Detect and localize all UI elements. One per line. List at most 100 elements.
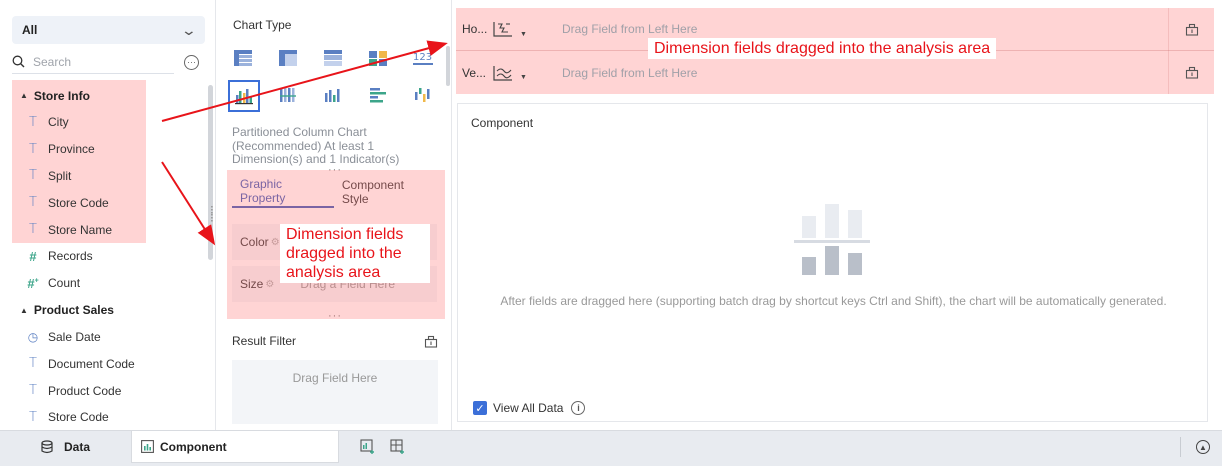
search-box [12, 50, 174, 74]
result-filter: Result Filter Drag Field Here [232, 332, 438, 424]
chevron-down-icon: ⌄ [180, 21, 198, 38]
field-label: Count [48, 276, 81, 291]
empty-state-hint: After fields are dragged here (supportin… [500, 294, 1167, 308]
field-product-code[interactable]: T Product Code [0, 377, 205, 404]
axis-label: Ho... [462, 22, 488, 36]
date-field-icon: ◷ [27, 329, 39, 344]
field-label: Store Code [48, 410, 109, 425]
bar-chart-icon[interactable] [366, 83, 390, 107]
field-label: Records [48, 249, 93, 264]
component-chart-icon [141, 440, 154, 453]
tab-data-label: Data [64, 440, 91, 454]
field-store-code-2[interactable]: T Store Code [0, 404, 205, 431]
field-document-code[interactable]: T Document Code [0, 350, 205, 377]
clear-icon[interactable] [424, 335, 438, 348]
number-field-icon: # [29, 248, 37, 264]
more-options-icon[interactable]: ··· [184, 54, 199, 70]
info-icon[interactable]: i [571, 401, 586, 415]
text-field-icon: T [29, 141, 37, 157]
field-province[interactable]: T Province [0, 136, 205, 163]
component-title: Component [471, 116, 534, 130]
field-count[interactable]: #+ Count [0, 270, 205, 297]
field-label: City [48, 115, 69, 130]
caret-down-icon[interactable]: ▼ [520, 31, 527, 38]
annotation-line: analysis area [286, 264, 381, 281]
annotation-line: Dimension fields [286, 226, 404, 243]
text-field-icon: T [29, 168, 37, 184]
group-label: Product Sales [33, 303, 114, 318]
caret-down-icon[interactable]: ▼ [520, 74, 527, 81]
field-label: Document Code [48, 356, 135, 371]
axis-label: Ve... [462, 65, 487, 80]
grouped-table-icon[interactable] [321, 46, 345, 70]
field-split[interactable]: T Split [0, 163, 205, 190]
view-all-label: View All Data [493, 401, 564, 415]
tab-component-label: Component [160, 439, 227, 454]
clear-icon[interactable] [1168, 51, 1214, 94]
collapse-triangle-icon[interactable]: ▲ [20, 306, 28, 315]
drop-placeholder: Drag Field Here [292, 371, 378, 385]
field-tree-scrollbar[interactable] [208, 85, 213, 260]
database-icon [41, 440, 53, 454]
chart-type-title: Chart Type [233, 18, 292, 32]
annotation-top-callout: Dimension fields dragged into the analys… [648, 38, 997, 59]
bottom-divider [1180, 437, 1181, 457]
multi-series-column-icon[interactable] [321, 83, 345, 107]
cross-table-icon[interactable] [276, 46, 300, 70]
add-dashboard-icon[interactable] [390, 439, 406, 458]
vertical-axis-type-icon[interactable]: ▼ [492, 64, 528, 82]
horizontal-axis-type-icon[interactable]: ▼ [492, 20, 528, 38]
view-all-data-toggle[interactable]: ✓ View All Data i [473, 401, 586, 415]
svg-text:123: 123 [413, 52, 432, 63]
text-field-icon: T [29, 195, 37, 211]
field-sale-date[interactable]: ◷ Sale Date [0, 324, 205, 351]
tab-component[interactable]: Component [131, 431, 339, 463]
field-label: Store Code [48, 195, 109, 210]
panel-resize-handle[interactable]: ⁝ ⁝ [210, 204, 214, 224]
field-store-code[interactable]: T Store Code [0, 189, 205, 216]
group-product-sales[interactable]: ▲ Product Sales [0, 297, 205, 324]
field-store-name[interactable]: T Store Name [0, 216, 205, 243]
field-label: Split [48, 168, 72, 183]
text-field-icon: T [29, 409, 37, 425]
result-filter-title: Result Filter [232, 334, 297, 348]
search-input[interactable] [33, 54, 163, 69]
result-filter-drop-zone[interactable]: Drag Field Here [232, 360, 438, 424]
range-column-icon[interactable] [411, 83, 435, 107]
result-filter-header: Result Filter [232, 332, 438, 350]
group-label: Store Info [33, 88, 90, 103]
vertical-axis-drop-zone[interactable]: Drag Field from Left Here [528, 66, 1168, 80]
collapse-triangle-icon[interactable]: ▲ [20, 91, 28, 100]
text-field-icon: T [29, 356, 37, 372]
clear-icon[interactable] [1168, 7, 1214, 51]
dataset-select[interactable]: All ⌄ [12, 16, 205, 44]
chart-type-scrollbar[interactable] [446, 46, 450, 86]
component-canvas[interactable]: Component After fields are dragged here … [457, 103, 1208, 422]
bottom-tab-bar: Data Component ▲ [0, 430, 1222, 466]
add-component-icon[interactable] [360, 439, 376, 458]
field-city[interactable]: T City [0, 109, 205, 136]
text-field-icon: T [29, 222, 37, 238]
tab-data[interactable]: Data [30, 431, 128, 463]
partitioned-column-chart-icon[interactable] [228, 80, 260, 112]
number-kpi-icon[interactable]: 123 [411, 46, 435, 70]
field-panel: All ⌄ ··· ▲ Store Info T City T Province… [0, 0, 216, 430]
stacked-column-icon[interactable] [276, 83, 300, 107]
collapse-up-icon[interactable]: ▲ [1196, 440, 1210, 454]
annotation-mid-callout: Dimension fields dragged into the analys… [280, 224, 430, 283]
field-label: Product Code [48, 383, 122, 398]
field-records[interactable]: # Records [0, 243, 205, 270]
view-all-checkbox[interactable]: ✓ [473, 401, 487, 415]
empty-chart-icon [794, 204, 870, 275]
text-field-icon: T [29, 114, 37, 130]
field-label: Store Name [48, 222, 113, 237]
calculated-number-icon: #+ [27, 275, 39, 291]
field-tree: ▲ Store Info T City T Province T Split T… [0, 82, 205, 431]
field-label: Province [48, 142, 95, 157]
table-chart-icon[interactable] [231, 46, 255, 70]
group-store-info[interactable]: ▲ Store Info [0, 82, 205, 109]
horizontal-axis-drop-zone[interactable]: Drag Field from Left Here [528, 22, 1168, 36]
card-chart-icon[interactable] [366, 46, 390, 70]
search-icon [12, 55, 25, 68]
search-row: ··· [12, 50, 206, 74]
